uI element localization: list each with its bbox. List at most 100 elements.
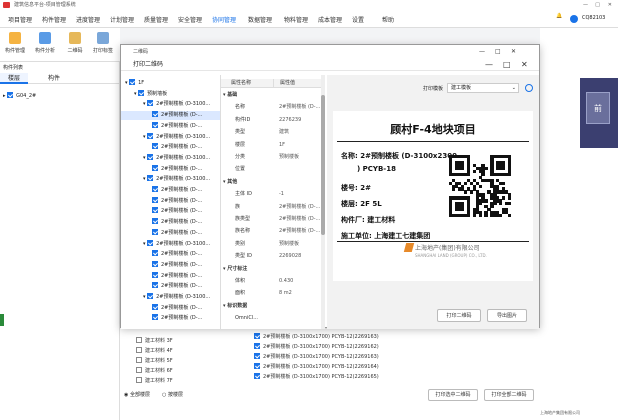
front-view-icon[interactable]: 前 (586, 92, 610, 124)
bg-left-row[interactable]: 建工材料 6F (136, 367, 173, 374)
tree-checkbox[interactable] (152, 303, 158, 310)
checkbox[interactable] (136, 337, 142, 343)
bg-left-row[interactable]: 建工材料 3F (136, 337, 173, 344)
menu-item-7[interactable]: 数据管理 (246, 14, 274, 25)
print-qrcode-button[interactable]: 打印二维码 (437, 309, 481, 322)
bg-right-row[interactable]: 2#预制楼板 (D-3100x1700) PCYB-12(2269165) (254, 373, 379, 380)
checkbox[interactable] (254, 373, 260, 379)
dialog-close-icon[interactable]: ✕ (511, 47, 516, 57)
bg-left-row[interactable]: 建工材料 7F (136, 377, 173, 384)
sub-minimize-icon[interactable]: — (485, 60, 493, 70)
menu-item-2[interactable]: 进度管理 (74, 14, 102, 25)
tree-node[interactable]: ▾ 2#预制楼板 (D-3100... (121, 153, 220, 163)
tree-node[interactable]: 2#预制楼板 (D-... (121, 228, 220, 238)
bell-icon[interactable]: 🔔 (556, 13, 562, 19)
user-name[interactable]: CQ82103 (582, 15, 605, 21)
props-group[interactable]: ▾ 尺寸标注 (223, 265, 247, 274)
tree-checkbox[interactable] (147, 239, 154, 246)
tree-checkbox[interactable] (147, 293, 154, 299)
tree-node[interactable]: ▾ 1F (121, 79, 220, 88)
menu-item-8[interactable]: 物料管理 (282, 14, 310, 25)
tree-node[interactable]: ▾ 2#预制楼板 (D-3100... (121, 100, 220, 109)
template-select[interactable]: 建工模板 ⌄ (447, 83, 519, 93)
tree-node[interactable]: 2#预制楼板 (D-... (121, 207, 220, 216)
sub-close-icon[interactable]: ✕ (521, 60, 528, 70)
tree-node[interactable]: 2#预制楼板 (D-... (121, 218, 220, 227)
props-group[interactable]: ▾ 基础 (223, 91, 237, 100)
tree-checkbox[interactable] (147, 100, 154, 107)
menu-item-10[interactable]: 设置 (350, 14, 366, 25)
bg-left-row[interactable]: 建工材料 5F (136, 357, 173, 364)
properties-scrollbar[interactable] (321, 75, 325, 329)
tree-checkbox[interactable] (152, 196, 158, 203)
tree-node[interactable]: 2#预制楼板 (D-... (121, 260, 220, 270)
tree-node[interactable]: ▾ 2#预制楼板 (D-3100... (121, 293, 220, 302)
export-image-button[interactable]: 导出图片 (487, 309, 527, 322)
menu-item-0[interactable]: 项目管理 (6, 14, 34, 25)
tree-checkbox[interactable] (152, 282, 158, 289)
bg-right-row[interactable]: 2#预制楼板 (D-3100x1700) PCYB-12(2269163) (254, 333, 379, 340)
group-arrow-icon[interactable]: ▾ (223, 303, 227, 309)
tree-checkbox[interactable] (152, 250, 158, 257)
close-icon[interactable]: ✕ (608, 0, 612, 10)
group-arrow-icon[interactable]: ▾ (223, 266, 227, 272)
tree-checkbox[interactable] (147, 153, 154, 160)
tree-node[interactable]: 2#预制楼板 (D-... (121, 196, 220, 206)
checkbox[interactable] (136, 367, 142, 373)
tree-checkbox[interactable] (152, 260, 158, 267)
tree-node[interactable]: ▾ 2#预制楼板 (D-3100... (121, 132, 220, 142)
toolbar-item-0[interactable]: 构件管理 (2, 32, 28, 54)
checkbox[interactable] (7, 92, 14, 98)
gear-icon[interactable] (525, 84, 533, 92)
tree-checkbox[interactable] (152, 186, 158, 192)
avatar[interactable] (570, 15, 578, 23)
toolbar-item-1[interactable]: 构件分析 (32, 32, 58, 54)
bg-right-row[interactable]: 2#预制楼板 (D-3100x1700) PCYB-12(2269162) (254, 343, 379, 350)
tree-node[interactable]: 2#预制楼板 (D-... (121, 282, 220, 291)
group-arrow-icon[interactable]: ▾ (223, 179, 227, 185)
menu-item-11[interactable]: 帮助 (380, 14, 396, 25)
tree-node[interactable]: ▾ 预制墙板 (121, 89, 220, 99)
tree-checkbox[interactable] (152, 143, 158, 150)
tree-checkbox[interactable] (152, 228, 158, 235)
tab-floors[interactable]: 楼层 (0, 73, 29, 84)
menu-item-1[interactable]: 构件管理 (40, 14, 68, 25)
tab-components[interactable]: 构件 (40, 73, 68, 84)
menu-item-3[interactable]: 计划管理 (108, 14, 136, 25)
tree-node[interactable]: 2#预制楼板 (D-... (121, 186, 220, 195)
menu-item-6[interactable]: 协同管理 (210, 14, 238, 25)
tree-node[interactable]: ▾ 2#预制楼板 (D-3100... (121, 239, 220, 249)
tree-checkbox[interactable] (152, 314, 158, 321)
group-arrow-icon[interactable]: ▾ (223, 92, 227, 98)
checkbox[interactable] (254, 363, 260, 369)
radio-part[interactable]: ○ 按楼层 (162, 391, 183, 398)
tree-node[interactable]: 2#预制楼板 (D-... (121, 143, 220, 152)
sub-maximize-icon[interactable]: □ (503, 60, 511, 70)
tree-node[interactable]: 2#预制楼板 (D-... (121, 111, 220, 121)
print-selected-button[interactable]: 打印选中二维码 (428, 389, 478, 401)
bg-right-row[interactable]: 2#预制楼板 (D-3100x1700) PCYB-12(2269164) (254, 363, 379, 370)
toolbar-item-2[interactable]: 二维码 (62, 32, 88, 54)
dialog-maximize-icon[interactable]: □ (495, 47, 501, 57)
props-group[interactable]: ▾ 其他 (223, 178, 237, 187)
left-tree-root[interactable]: ▸ G04_2# (3, 92, 36, 99)
tree-checkbox[interactable] (152, 164, 158, 171)
print-all-button[interactable]: 打印全部二维码 (484, 389, 534, 401)
checkbox[interactable] (136, 347, 142, 353)
tree-node[interactable]: 2#预制楼板 (D-... (121, 121, 220, 131)
scrollbar-thumb[interactable] (321, 95, 325, 235)
checkbox[interactable] (254, 353, 260, 359)
tree-node[interactable]: 2#预制楼板 (D-... (121, 164, 220, 174)
tree-node[interactable]: 2#预制楼板 (D-... (121, 271, 220, 281)
menu-item-5[interactable]: 安全管理 (176, 14, 204, 25)
tree-checkbox[interactable] (152, 207, 158, 214)
tree-checkbox[interactable] (138, 89, 145, 96)
tree-node[interactable]: 2#预制楼板 (D-... (121, 250, 220, 259)
checkbox[interactable] (136, 377, 142, 383)
tree-checkbox[interactable] (129, 79, 136, 85)
tree-checkbox[interactable] (147, 175, 154, 182)
checkbox[interactable] (136, 357, 142, 363)
menu-item-4[interactable]: 质量管理 (142, 14, 170, 25)
maximize-icon[interactable]: □ (595, 0, 600, 10)
tree-node[interactable]: 2#预制楼板 (D-... (121, 303, 220, 313)
